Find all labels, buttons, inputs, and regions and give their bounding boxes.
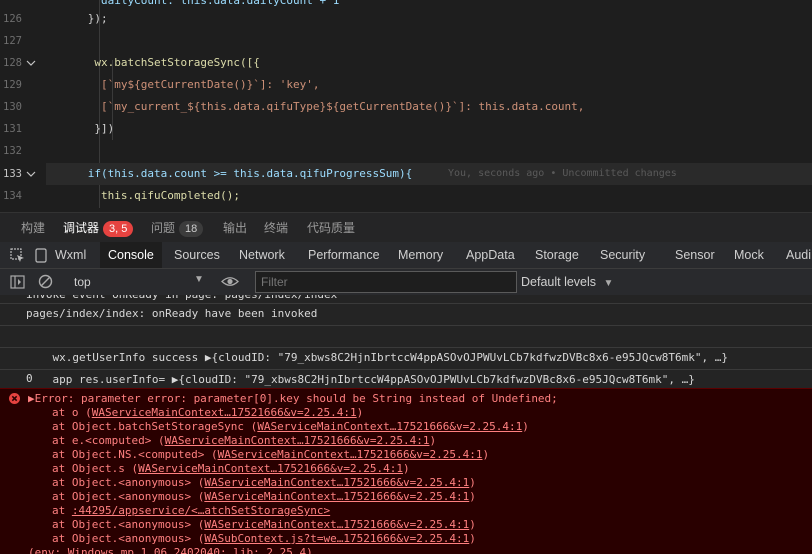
clear-console-icon[interactable] bbox=[38, 274, 53, 289]
tab-mock[interactable]: Mock bbox=[734, 242, 764, 268]
source-link[interactable]: WAServiceMainContext…17521666&v=2.25.4:1 bbox=[165, 434, 430, 447]
tab-security[interactable]: Security bbox=[600, 242, 645, 268]
code-line: 129 [`my${getCurrentDate()}`]: 'key', bbox=[0, 74, 812, 96]
code-text: [`my${getCurrentDate()}`]: 'key', bbox=[48, 78, 320, 91]
panel-tabbar: Wxml Console Sources Network Performance… bbox=[0, 242, 812, 269]
fold-chevron-icon[interactable] bbox=[26, 169, 36, 179]
code-line: 128 wx.batchSetStorageSync([{ bbox=[0, 52, 812, 74]
source-link[interactable]: WAServiceMainContext…17521666&v=2.25.4:1 bbox=[138, 462, 403, 475]
tab-output[interactable]: 输出 bbox=[223, 213, 247, 243]
stack-frame: at Object.<anonymous> (WAServiceMainCont… bbox=[52, 518, 476, 531]
code-text: }]) bbox=[48, 122, 115, 135]
context-select-value: top bbox=[74, 275, 91, 289]
chevron-down-icon: ▼ bbox=[194, 274, 204, 285]
line-number: 134 bbox=[3, 190, 22, 202]
tab-storage[interactable]: Storage bbox=[535, 242, 579, 268]
source-link[interactable]: WAServiceMainContext…17521666&v=2.25.4:1 bbox=[92, 406, 357, 419]
code-editor[interactable]: dailyCount: this.data.dailyCount + 1 126… bbox=[0, 0, 812, 208]
tab-console[interactable]: Console bbox=[100, 242, 162, 268]
source-link[interactable]: :44295/appservice/<…atchSetStorageSync> bbox=[72, 504, 330, 517]
inspect-element-icon[interactable] bbox=[10, 248, 25, 263]
device-toggle-icon[interactable] bbox=[34, 248, 48, 263]
stack-frame: at Object.<anonymous> (WAServiceMainCont… bbox=[52, 476, 476, 489]
console-output[interactable]: invoke event onReady in page: pages/inde… bbox=[0, 295, 812, 554]
tab-memory[interactable]: Memory bbox=[398, 242, 443, 268]
line-number: 128 bbox=[3, 57, 22, 69]
line-number: 132 bbox=[3, 145, 22, 157]
code-text: }); bbox=[48, 12, 108, 25]
filter-input[interactable] bbox=[255, 271, 517, 293]
code-text: this.qifuCompleted(); bbox=[48, 189, 241, 202]
stack-frame: at Object.batchSetStorageSync (WAService… bbox=[52, 420, 529, 433]
tab-debugger[interactable]: 调试器 3, 5 bbox=[63, 213, 134, 244]
tab-sensor[interactable]: Sensor bbox=[675, 242, 715, 268]
tab-terminal[interactable]: 终端 bbox=[264, 213, 288, 243]
log-levels-value: Default levels bbox=[521, 275, 597, 289]
tab-appdata[interactable]: AppData bbox=[466, 242, 515, 268]
error-count-badge: 3, 5 bbox=[103, 221, 134, 237]
tab-network[interactable]: Network bbox=[239, 242, 285, 268]
tab-sources[interactable]: Sources bbox=[174, 242, 220, 268]
context-select[interactable]: top ▼ bbox=[68, 272, 208, 292]
line-number: 130 bbox=[3, 101, 22, 113]
tab-wxml[interactable]: Wxml bbox=[55, 242, 86, 268]
problems-count-badge: 18 bbox=[179, 221, 204, 237]
stack-frame: at Object.NS.<computed> (WAServiceMainCo… bbox=[52, 448, 490, 461]
error-text[interactable]: ▶Error: parameter error: parameter[0].ke… bbox=[28, 392, 558, 405]
line-number: 129 bbox=[3, 79, 22, 91]
console-message: app res.userInfo= ▶{cloudID: "79_xbws8C2… bbox=[0, 347, 812, 386]
code-line: 130 [`my_current_${this.data.qifuType}${… bbox=[0, 96, 812, 118]
stack-frame: at o (WAServiceMainContext…17521666&v=2.… bbox=[52, 406, 364, 419]
console-message: 0 bbox=[0, 369, 812, 389]
console-message: wx.getUserInfo success ▶{cloudID: "79_xb… bbox=[0, 325, 812, 364]
code-line: 126 }); bbox=[0, 8, 812, 30]
line-number: 133 bbox=[3, 168, 22, 180]
code-text: wx.batchSetStorageSync([{ bbox=[48, 56, 260, 69]
line-number: 131 bbox=[3, 123, 22, 135]
source-link[interactable]: WAServiceMainContext…17521666&v=2.25.4:1 bbox=[218, 448, 483, 461]
console-message: pages/index/index: onReady have been inv… bbox=[0, 303, 812, 326]
code-line: 132 bbox=[0, 140, 812, 162]
current-code-line: 133 if(this.data.count >= this.data.qifu… bbox=[3, 163, 812, 185]
source-link[interactable]: WAServiceMainContext…17521666&v=2.25.4:1 bbox=[204, 518, 469, 531]
log-levels-select[interactable]: Default levels ▼ bbox=[521, 272, 621, 292]
stack-frame: at :44295/appservice/<…atchSetStorageSyn… bbox=[52, 504, 331, 517]
code-line: 127 bbox=[0, 30, 812, 52]
tab-debugger-label: 调试器 bbox=[63, 221, 100, 235]
tab-problems[interactable]: 问题 18 bbox=[151, 213, 204, 243]
console-toolbar: top ▼ Default levels ▼ bbox=[0, 269, 812, 296]
tab-problems-label: 问题 bbox=[151, 221, 176, 235]
error-icon bbox=[9, 393, 20, 404]
tab-performance[interactable]: Performance bbox=[308, 242, 380, 268]
code-text: [`my_current_${this.data.qifuType}${getC… bbox=[48, 100, 585, 113]
source-link[interactable]: WASubContext.js?t=we…17521666&v=2.25.4:1 bbox=[204, 532, 469, 545]
devtools-tabbar: 构建 调试器 3, 5 问题 18 输出 终端 代码质量 bbox=[0, 212, 812, 244]
stack-frame: at Object.s (WAServiceMainContext…175216… bbox=[52, 462, 410, 475]
line-number: 127 bbox=[3, 35, 22, 47]
code-line: 134 this.qifuCompleted(); bbox=[0, 185, 812, 207]
chevron-down-icon: ▼ bbox=[603, 278, 614, 289]
stack-frame: at Object.<anonymous> (WAServiceMainCont… bbox=[52, 490, 476, 503]
code-line: 131 }]) bbox=[0, 118, 812, 140]
source-link[interactable]: WAServiceMainContext…17521666&v=2.25.4:1 bbox=[204, 476, 469, 489]
tab-code-quality[interactable]: 代码质量 bbox=[307, 213, 355, 243]
code-text: if(this.data.count >= this.data.qifuProg… bbox=[48, 167, 413, 180]
error-message: ▶Error: parameter error: parameter[0].ke… bbox=[0, 388, 812, 554]
stack-frame: at Object.<anonymous> (WASubContext.js?t… bbox=[52, 532, 476, 545]
sidebar-toggle-icon[interactable] bbox=[10, 275, 25, 289]
env-info: (env: Windows,mp,1.06.2402040; lib: 2.25… bbox=[28, 546, 313, 554]
eye-icon[interactable] bbox=[221, 275, 239, 288]
line-number: 126 bbox=[3, 13, 22, 25]
fold-chevron-icon[interactable] bbox=[26, 58, 36, 68]
git-blame-annotation: You, seconds ago • Uncommitted changes bbox=[448, 168, 677, 179]
tab-audits[interactable]: Audi bbox=[786, 242, 811, 268]
source-link[interactable]: WAServiceMainContext…17521666&v=2.25.4:1 bbox=[204, 490, 469, 503]
source-link[interactable]: WAServiceMainContext…17521666&v=2.25.4:1 bbox=[257, 420, 522, 433]
stack-frame: at e.<computed> (WAServiceMainContext…17… bbox=[52, 434, 437, 447]
tab-build[interactable]: 构建 bbox=[21, 213, 45, 243]
